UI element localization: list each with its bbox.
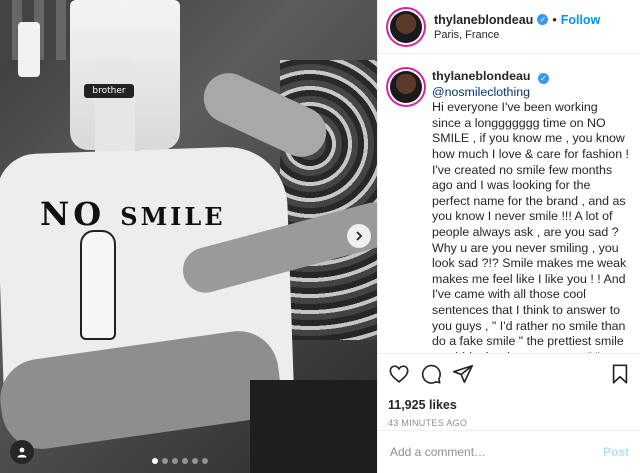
avatar[interactable] bbox=[390, 71, 422, 103]
carousel-dot bbox=[172, 458, 178, 464]
verified-icon: ✓ bbox=[537, 73, 549, 84]
post-sidebar: thylaneblondeau ✓ • Follow Paris, France… bbox=[377, 0, 640, 473]
like-count[interactable]: 11,925 likes bbox=[388, 398, 631, 412]
tshirt-print-no: NO bbox=[40, 195, 106, 233]
tshirt-print-smile: SMILE bbox=[120, 202, 226, 231]
verified-icon: ✓ bbox=[537, 14, 549, 25]
carousel-dot bbox=[162, 458, 168, 464]
white-spool bbox=[18, 22, 40, 77]
header-username[interactable]: thylaneblondeau bbox=[434, 13, 533, 27]
post-comment-button[interactable]: Post bbox=[603, 445, 629, 459]
caption: thylaneblondeau ✓ @nosmileclothing Hi ev… bbox=[378, 55, 640, 353]
comment-icon[interactable] bbox=[420, 363, 442, 385]
user-tag-icon bbox=[17, 447, 27, 458]
comment-input[interactable] bbox=[390, 445, 603, 459]
location-link[interactable]: Paris, France bbox=[434, 29, 600, 41]
tagged-users-button[interactable] bbox=[10, 440, 34, 464]
skeleton-hand-graphic bbox=[80, 230, 116, 340]
bookmark-icon[interactable] bbox=[609, 363, 631, 385]
separator: • bbox=[552, 12, 557, 27]
carousel-dot bbox=[152, 458, 158, 464]
machine-brand-logo: brother bbox=[84, 84, 134, 98]
post-photo[interactable]: brother NO SMILE bbox=[0, 0, 377, 473]
heart-icon[interactable] bbox=[388, 363, 410, 385]
tshirt-print: NO SMILE bbox=[40, 195, 226, 233]
caption-mention[interactable]: @nosmileclothing bbox=[432, 85, 530, 99]
next-photo-button[interactable] bbox=[347, 224, 371, 248]
follow-button[interactable]: Follow bbox=[561, 13, 601, 27]
carousel-dot bbox=[202, 458, 208, 464]
action-bar: 11,925 likes 43 MINUTES AGO bbox=[378, 353, 640, 428]
caption-text: Hi everyone I've been working since a lo… bbox=[432, 100, 629, 353]
carousel-indicator bbox=[152, 458, 208, 464]
avatar[interactable] bbox=[390, 10, 422, 43]
comment-bar: Post bbox=[378, 430, 640, 473]
chevron-right-icon bbox=[356, 231, 363, 241]
carousel-dot bbox=[192, 458, 198, 464]
caption-username[interactable]: thylaneblondeau bbox=[432, 69, 530, 83]
share-icon[interactable] bbox=[452, 363, 474, 385]
thread-spools bbox=[0, 0, 80, 60]
carousel-dot bbox=[182, 458, 188, 464]
timestamp[interactable]: 43 MINUTES AGO bbox=[388, 418, 631, 428]
photo-shadow bbox=[250, 380, 377, 473]
post-header: thylaneblondeau ✓ • Follow Paris, France bbox=[378, 0, 640, 54]
